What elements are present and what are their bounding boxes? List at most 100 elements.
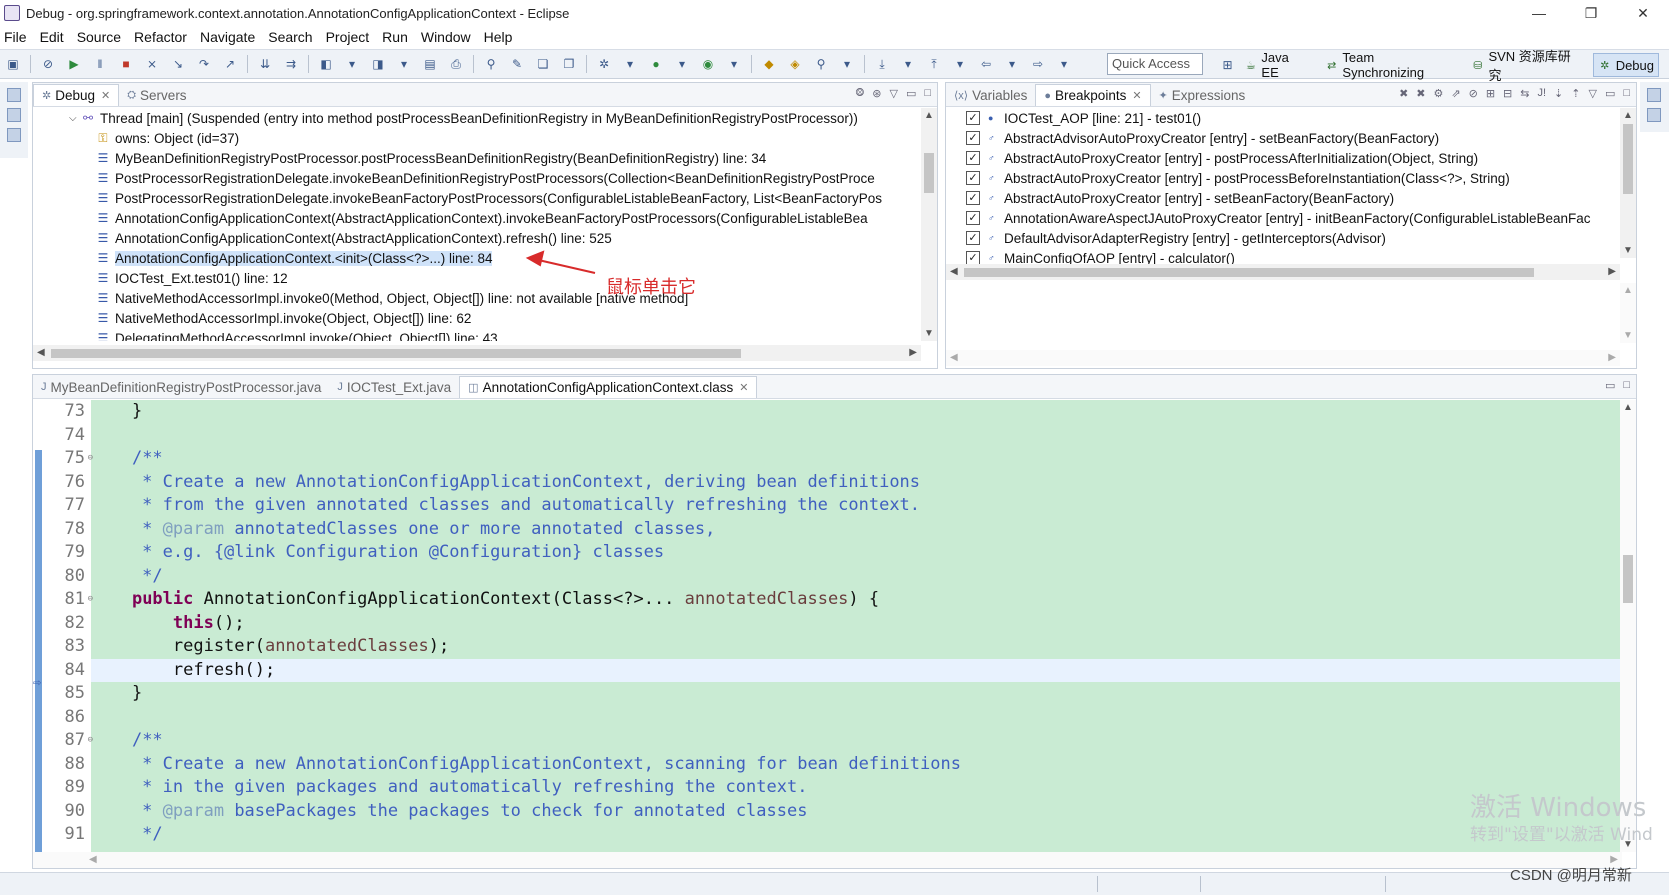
- chevron-down-icon[interactable]: ▾: [900, 56, 916, 72]
- stack-frame-row[interactable]: ☰ NativeMethodAccessorImpl.invoke(Object…: [33, 308, 921, 328]
- close-button[interactable]: ✕: [1617, 0, 1669, 26]
- paste-icon[interactable]: ❐: [561, 56, 577, 72]
- breakpoint-row[interactable]: ✓ ♂ AbstractAutoProxyCreator [entry] - p…: [946, 168, 1620, 188]
- breakpoint-checkbox[interactable]: ✓: [966, 111, 980, 125]
- chevron-down-icon[interactable]: ▾: [396, 56, 412, 72]
- minimized-view-icon[interactable]: [7, 128, 21, 142]
- chevron-up-icon[interactable]: ▲: [1623, 285, 1633, 296]
- stack-frame-row[interactable]: ☰ AnnotationConfigApplicationContext(Abs…: [33, 208, 921, 228]
- scrollbar-thumb[interactable]: [964, 268, 1534, 277]
- open-folder-icon[interactable]: ◈: [787, 56, 803, 72]
- detail-horizontal-scrollbar[interactable]: ◀ ▶: [946, 350, 1620, 366]
- goto-file-icon[interactable]: ⇗: [1451, 87, 1460, 100]
- save-icon[interactable]: ▤: [422, 56, 438, 72]
- breakpoint-checkbox[interactable]: ✓: [966, 151, 980, 165]
- minimize-view-icon[interactable]: ▭: [1605, 87, 1615, 100]
- restore-view-icon[interactable]: [7, 88, 21, 102]
- editor-horizontal-scrollbar[interactable]: ◀ ▶: [33, 852, 1622, 868]
- editor-tab-annotationconfigapplicationcontext[interactable]: ◫ AnnotationConfigApplicationContext.cla…: [459, 376, 758, 398]
- breakpoints-vertical-scrollbar[interactable]: ▲ ▼: [1620, 108, 1636, 258]
- menu-file[interactable]: File: [4, 29, 27, 45]
- breakpoint-checkbox[interactable]: ✓: [966, 231, 980, 245]
- menu-source[interactable]: Source: [77, 29, 121, 45]
- breakpoint-checkbox[interactable]: ✓: [966, 211, 980, 225]
- stack-frame-row[interactable]: ☰ NativeMethodAccessorImpl.invoke0(Metho…: [33, 288, 921, 308]
- stack-frame-row[interactable]: ☰ MyBeanDefinitionRegistryPostProcessor.…: [33, 148, 921, 168]
- tab-debug[interactable]: ✲ Debug ✕: [33, 84, 120, 106]
- breakpoint-row[interactable]: ✓ ♂ AnnotationAwareAspectJAutoProxyCreat…: [946, 208, 1620, 228]
- skip-all-icon[interactable]: ⊘: [1469, 87, 1478, 100]
- forward-icon[interactable]: ⇨: [1030, 56, 1046, 72]
- chevron-down-icon[interactable]: ▾: [839, 56, 855, 72]
- breakpoint-row[interactable]: ✓ ♂ AbstractAutoProxyCreator [entry] - s…: [946, 188, 1620, 208]
- perspective-java-ee[interactable]: ☕ Java EE: [1240, 50, 1311, 80]
- thread-row[interactable]: ⌵ ⚯ Thread [main] (Suspended (entry into…: [33, 108, 921, 128]
- breakpoint-row[interactable]: ✓ ● IOCTest_AOP [line: 21] - test01(): [946, 108, 1620, 128]
- breakpoint-checkbox[interactable]: ✓: [966, 251, 980, 265]
- minimize-view-icon[interactable]: ▭: [906, 87, 916, 100]
- editor-tab-ioctest-ext[interactable]: J IOCTest_Ext.java: [329, 376, 459, 398]
- code-lines[interactable]: } /** * Create a new AnnotationConfigApp…: [91, 400, 1622, 847]
- export-icon[interactable]: ⇡: [1571, 87, 1580, 100]
- annotation-prev-icon[interactable]: ⤒: [926, 56, 942, 72]
- chevron-down-icon[interactable]: ▾: [674, 56, 690, 72]
- chevron-right-icon[interactable]: ▶: [909, 347, 917, 358]
- perspective-team-synchronizing[interactable]: ⇄ Team Synchronizing: [1321, 50, 1457, 80]
- new-package-icon[interactable]: ◨: [370, 56, 386, 72]
- collapse-icon[interactable]: ⊛: [872, 87, 881, 100]
- menu-search[interactable]: Search: [268, 29, 312, 45]
- show-supported-icon[interactable]: ⚙: [1434, 87, 1444, 100]
- breakpoint-row[interactable]: ✓ ♂ AbstractAutoProxyCreator [entry] - p…: [946, 148, 1620, 168]
- scrollbar-thumb[interactable]: [924, 153, 934, 193]
- minimize-view-icon[interactable]: ▭: [1605, 379, 1615, 392]
- chevron-down-icon[interactable]: ▾: [622, 56, 638, 72]
- edit-icon[interactable]: ✎: [509, 56, 525, 72]
- chevron-left-icon[interactable]: ◀: [950, 352, 958, 363]
- stack-frame-row[interactable]: ☰ DelegatingMethodAccessorImpl.invoke(Ob…: [33, 328, 921, 342]
- breakpoint-row[interactable]: ✓ ♂ DefaultAdvisorAdapterRegistry [entry…: [946, 228, 1620, 248]
- chevron-right-icon[interactable]: ▶: [1608, 352, 1616, 363]
- chevron-down-icon[interactable]: ⌵: [69, 113, 81, 124]
- breakpoint-checkbox[interactable]: ✓: [966, 191, 980, 205]
- remove-terminated-icon[interactable]: ⨷: [856, 87, 865, 100]
- chevron-up-icon[interactable]: ▲: [1623, 402, 1633, 413]
- chevron-down-icon[interactable]: ▾: [1004, 56, 1020, 72]
- chevron-down-icon[interactable]: ▾: [1056, 56, 1072, 72]
- debug-icon[interactable]: ✲: [596, 56, 612, 72]
- view-menu-icon[interactable]: ▽: [889, 87, 897, 100]
- step-return-icon[interactable]: ↗: [222, 56, 238, 72]
- stack-frame-row-selected[interactable]: ☰ AnnotationConfigApplicationContext.<in…: [33, 248, 921, 268]
- editor-tab-mybeandefinitionregistrypostprocessor[interactable]: J MyBeanDefinitionRegistryPostProcessor.…: [33, 376, 329, 398]
- chevron-left-icon[interactable]: ◀: [89, 854, 97, 865]
- breakpoint-checkbox[interactable]: ✓: [966, 131, 980, 145]
- minimize-button[interactable]: —: [1513, 0, 1565, 26]
- chevron-down-icon[interactable]: ▾: [344, 56, 360, 72]
- outline-view-icon[interactable]: [1647, 108, 1661, 122]
- menu-edit[interactable]: Edit: [40, 29, 64, 45]
- monitor-row[interactable]: ⚿ owns: Object (id=37): [33, 128, 921, 148]
- use-step-filters-icon[interactable]: ⇉: [283, 56, 299, 72]
- breakpoint-row[interactable]: ✓ ♂ AbstractAdvisorAutoProxyCreator [ent…: [946, 128, 1620, 148]
- restore-view-icon[interactable]: [1647, 88, 1661, 102]
- run-icon[interactable]: ●: [648, 56, 664, 72]
- scrollbar-thumb[interactable]: [1623, 555, 1633, 603]
- expand-all-icon[interactable]: ⊞: [1486, 87, 1495, 100]
- scrollbar-thumb[interactable]: [1623, 124, 1633, 194]
- restore-button[interactable]: ❐: [1565, 0, 1617, 26]
- chevron-down-icon[interactable]: ▾: [952, 56, 968, 72]
- step-into-icon[interactable]: ↘: [170, 56, 186, 72]
- maximize-view-icon[interactable]: □: [1623, 379, 1630, 392]
- chevron-up-icon[interactable]: ▲: [924, 110, 934, 121]
- step-over-icon[interactable]: ↷: [196, 56, 212, 72]
- chevron-down-icon[interactable]: ▾: [726, 56, 742, 72]
- view-menu-icon[interactable]: ▽: [1588, 87, 1596, 100]
- remove-all-icon[interactable]: ✖: [1416, 87, 1425, 100]
- perspective-debug[interactable]: ✲ Debug: [1592, 53, 1659, 77]
- breakpoint-checkbox[interactable]: ✓: [966, 171, 980, 185]
- resume-icon[interactable]: ▶: [66, 56, 82, 72]
- link-icon[interactable]: ⇆: [1520, 87, 1529, 100]
- back-icon[interactable]: ⇦: [978, 56, 994, 72]
- menu-refactor[interactable]: Refactor: [134, 29, 187, 45]
- quick-access-input[interactable]: Quick Access: [1107, 53, 1203, 75]
- terminate-icon[interactable]: ■: [118, 56, 134, 72]
